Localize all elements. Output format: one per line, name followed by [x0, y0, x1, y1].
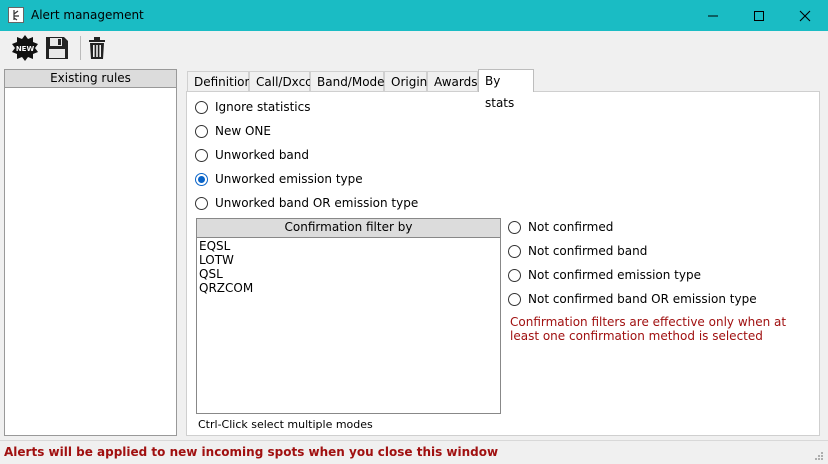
- radio-unworked-band[interactable]: Unworked band: [195, 148, 309, 162]
- existing-rules-header: Existing rules: [5, 70, 176, 88]
- close-button[interactable]: [782, 0, 828, 31]
- tab-definition[interactable]: Definition: [187, 71, 252, 91]
- new-rule-button[interactable]: NEW: [10, 33, 40, 63]
- status-message: Alerts will be applied to new incoming s…: [4, 445, 499, 459]
- confirmation-filter-list[interactable]: Confirmation filter by EQSL LOTW QSL QRZ…: [196, 218, 501, 414]
- trash-icon: [89, 37, 105, 59]
- maximize-button[interactable]: [736, 0, 782, 31]
- radio-label: New ONE: [215, 124, 271, 138]
- radio-indicator-selected: [195, 172, 208, 186]
- tab-origin[interactable]: Origin: [384, 71, 427, 91]
- radio-not-confirmed-band-or-emission[interactable]: Not confirmed band OR emission type: [508, 292, 757, 306]
- radio-ignore-statistics[interactable]: Ignore statistics: [195, 100, 310, 114]
- radio-indicator: [195, 148, 208, 162]
- radio-indicator: [508, 244, 521, 258]
- multi-select-hint: Ctrl-Click select multiple modes: [198, 418, 373, 431]
- delete-rule-button[interactable]: [82, 33, 112, 63]
- radio-label: Not confirmed band: [528, 244, 648, 258]
- radio-unworked-emission-type[interactable]: Unworked emission type: [195, 172, 363, 186]
- radio-unworked-band-or-emission[interactable]: Unworked band OR emission type: [195, 196, 418, 210]
- svg-text:NEW: NEW: [16, 45, 35, 53]
- radio-indicator: [195, 124, 208, 138]
- radio-label: Unworked emission type: [215, 172, 363, 186]
- list-item[interactable]: LOTW: [199, 253, 498, 267]
- toolbar-separator: [80, 36, 81, 60]
- radio-label: Unworked band: [215, 148, 310, 162]
- list-item[interactable]: QRZCOM: [199, 281, 498, 295]
- radio-indicator: [508, 220, 521, 234]
- radio-label: Not confirmed band OR emission type: [528, 292, 757, 306]
- resize-grip-icon[interactable]: [814, 451, 824, 461]
- list-item[interactable]: QSL: [199, 267, 498, 281]
- toolbar: NEW: [0, 31, 828, 67]
- list-item[interactable]: EQSL: [199, 239, 498, 253]
- status-bar: Alerts will be applied to new incoming s…: [0, 440, 828, 464]
- confirmation-filter-header: Confirmation filter by: [197, 219, 500, 238]
- save-icon: [46, 37, 68, 59]
- close-icon: [799, 10, 811, 21]
- app-icon: [8, 7, 24, 23]
- tab-band-mode[interactable]: Band/Mode: [310, 71, 385, 91]
- radio-not-confirmed[interactable]: Not confirmed: [508, 220, 613, 234]
- radio-not-confirmed-band[interactable]: Not confirmed band: [508, 244, 647, 258]
- save-button[interactable]: [42, 33, 72, 63]
- radio-label: Not confirmed: [528, 220, 614, 234]
- minimize-icon: [708, 15, 718, 16]
- existing-rules-list[interactable]: Existing rules: [4, 69, 177, 436]
- radio-indicator: [508, 268, 521, 282]
- confirmation-note: Confirmation filters are effective only …: [510, 315, 787, 343]
- radio-not-confirmed-emission-type[interactable]: Not confirmed emission type: [508, 268, 701, 282]
- radio-indicator: [508, 292, 521, 306]
- radio-indicator: [195, 196, 208, 210]
- radio-label: Ignore statistics: [215, 100, 311, 114]
- radio-label: Not confirmed emission type: [528, 268, 701, 282]
- maximize-icon: [754, 10, 764, 21]
- window-title: Alert management: [31, 8, 144, 22]
- radio-new-one[interactable]: New ONE: [195, 124, 271, 138]
- tab-call-dxcc[interactable]: Call/Dxcc: [249, 71, 312, 91]
- title-bar[interactable]: Alert management: [0, 0, 828, 31]
- new-icon: NEW: [12, 35, 38, 61]
- minimize-button[interactable]: [690, 0, 736, 31]
- radio-label: Unworked band OR emission type: [215, 196, 419, 210]
- tab-by-stats[interactable]: By stats: [478, 69, 534, 110]
- radio-indicator: [195, 100, 208, 114]
- tab-awards[interactable]: Awards: [427, 71, 478, 91]
